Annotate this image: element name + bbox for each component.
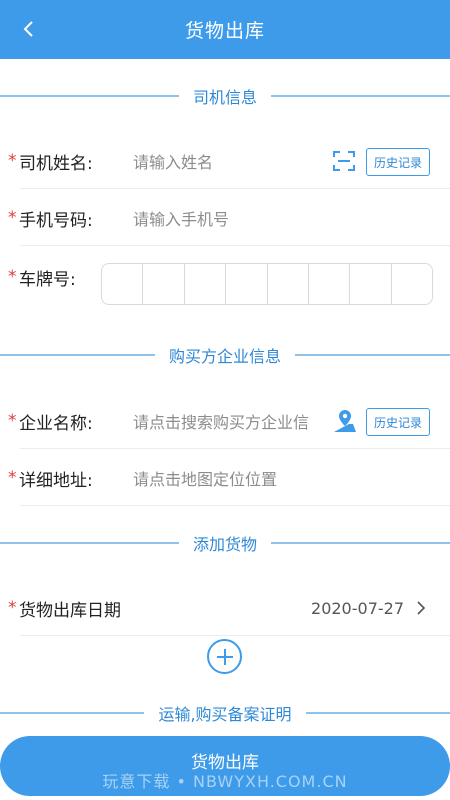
chevron-right-icon (417, 601, 426, 615)
plate-cell[interactable] (143, 264, 185, 304)
date-row[interactable]: * 货物出库日期 2020-07-27 (0, 580, 450, 636)
submit-button[interactable]: 货物出库 (0, 736, 450, 796)
phone-label: 手机号码: (19, 210, 93, 231)
phone-input[interactable]: 请输入手机号 (133, 206, 229, 230)
back-button[interactable] (14, 14, 44, 44)
row-divider (20, 448, 450, 449)
section-title: 购买方企业信息 (169, 347, 282, 366)
plate-input[interactable] (101, 263, 433, 305)
date-value: 2020-07-27 (311, 598, 404, 618)
divider-line (305, 712, 450, 714)
address-input[interactable]: 请点击地图定位位置 (133, 466, 277, 490)
section-title: 添加货物 (193, 535, 258, 554)
plate-cell[interactable] (226, 264, 268, 304)
submit-button-label: 货物出库 (191, 753, 259, 773)
driver-name-input[interactable]: 请输入姓名 (133, 149, 213, 173)
scan-icon (333, 151, 355, 171)
row-divider (20, 245, 450, 246)
plus-icon (216, 648, 233, 665)
plate-cell[interactable] (350, 264, 392, 304)
phone-row: * 手机号码: 请输入手机号 (0, 190, 450, 246)
date-label: 货物出库日期 (19, 600, 121, 621)
divider-line (295, 354, 450, 356)
row-divider (20, 635, 450, 636)
required-mark: * (8, 598, 17, 618)
history-button-label: 历史记录 (373, 415, 422, 430)
add-goods-button[interactable] (207, 639, 242, 674)
required-mark: * (8, 208, 17, 228)
app-screen: 货物出库 司机信息 * 司机姓名: 请输入姓名 历史记录 * 手机号码: 请输入… (0, 0, 450, 800)
company-label: 企业名称: (19, 413, 93, 434)
address-row: * 详细地址: 请点击地图定位位置 (0, 450, 450, 506)
plate-cell[interactable] (102, 264, 144, 304)
divider-line (271, 542, 450, 544)
history-button-label: 历史记录 (373, 155, 422, 170)
divider-line (0, 712, 145, 714)
top-bar: 货物出库 (0, 0, 450, 59)
company-history-button[interactable]: 历史记录 (366, 408, 430, 436)
driver-history-button[interactable]: 历史记录 (366, 148, 430, 176)
section-driver-info: 司机信息 (0, 81, 450, 111)
driver-name-row: * 司机姓名: 请输入姓名 历史记录 (0, 133, 450, 189)
plate-cell[interactable] (309, 264, 351, 304)
divider-line (0, 95, 179, 97)
driver-name-label: 司机姓名: (19, 153, 93, 174)
row-divider (20, 188, 450, 189)
required-mark: * (8, 151, 17, 171)
location-button[interactable] (333, 408, 357, 434)
section-title: 司机信息 (193, 88, 258, 107)
company-row: * 企业名称: 请点击搜索购买方企业信 历史记录 (0, 393, 450, 449)
required-mark: * (8, 267, 17, 287)
section-buyer-info: 购买方企业信息 (0, 340, 450, 370)
divider-line (0, 542, 179, 544)
company-input[interactable]: 请点击搜索购买方企业信 (133, 409, 328, 433)
plate-label: 车牌号: (19, 269, 76, 290)
plate-cell[interactable] (268, 264, 309, 304)
required-mark: * (8, 468, 17, 488)
address-label: 详细地址: (19, 470, 93, 491)
required-mark: * (8, 411, 17, 431)
plate-cell[interactable] (185, 264, 227, 304)
chevron-left-icon (23, 21, 33, 37)
section-title: 运输,购买备案证明 (158, 705, 292, 724)
section-add-goods: 添加货物 (0, 528, 450, 558)
location-pin-icon (334, 410, 356, 432)
plate-cell[interactable] (392, 264, 432, 304)
scan-button[interactable] (333, 150, 355, 172)
divider-line (271, 95, 450, 97)
section-proof: 运输,购买备案证明 (0, 698, 450, 728)
divider-line (0, 354, 155, 356)
page-title: 货物出库 (184, 20, 265, 42)
row-divider (20, 505, 450, 506)
